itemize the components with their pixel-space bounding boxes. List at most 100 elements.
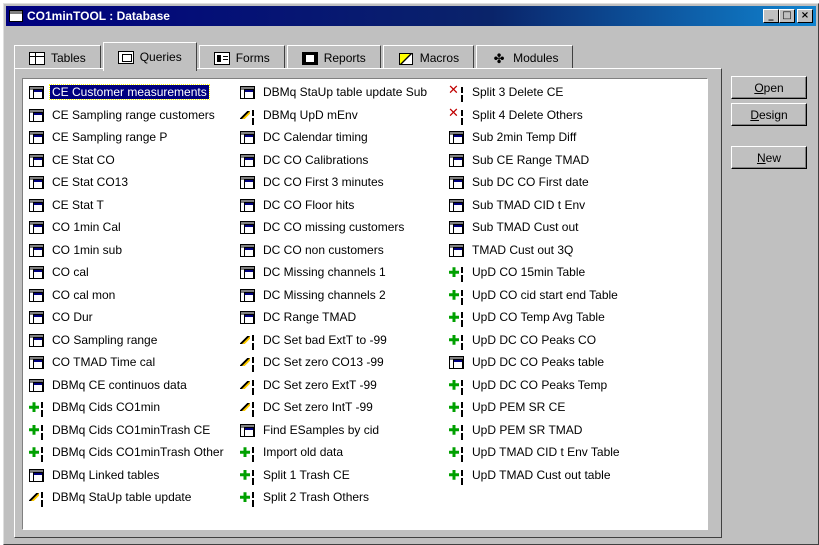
tab-modules[interactable]: ✤ Modules [476, 45, 574, 70]
query-item[interactable]: DBMq StaUp table update [28, 486, 228, 509]
new-button[interactable]: New [731, 146, 807, 169]
query-item[interactable]: DC Set bad ExtT to -99 [239, 329, 449, 352]
tab-queries[interactable]: Queries [102, 42, 197, 71]
database-window-icon[interactable] [9, 10, 23, 22]
query-item[interactable]: DC CO Calibrations [239, 149, 449, 172]
select-query-icon [448, 243, 466, 257]
query-item[interactable]: UpD CO Temp Avg Table [448, 306, 703, 329]
tab-reports[interactable]: Reports [286, 45, 381, 70]
query-item[interactable]: DC CO First 3 minutes [239, 171, 449, 194]
query-item[interactable]: CE Sampling range customers [28, 104, 228, 127]
query-item[interactable]: DBMq Cids CO1minTrash Other [28, 441, 228, 464]
query-item[interactable]: CO TMAD Time cal [28, 351, 228, 374]
tab-tables[interactable]: Tables [14, 45, 101, 70]
query-item[interactable]: CO Sampling range [28, 329, 228, 352]
close-button[interactable]: × [797, 9, 813, 23]
select-query-icon [239, 220, 257, 235]
query-name: DBMq Cids CO1minTrash Other [52, 445, 224, 460]
query-item[interactable]: DBMq Linked tables [28, 464, 228, 487]
query-item[interactable]: UpD DC CO Peaks Temp [448, 374, 703, 397]
select-query-icon [239, 175, 257, 190]
query-item[interactable]: DC Set zero CO13 -99 [239, 351, 449, 374]
query-item[interactable]: Find ESamples by cid [239, 419, 449, 442]
query-item[interactable]: DC CO missing customers [239, 216, 449, 239]
query-item[interactable]: DBMq Cids CO1min [28, 396, 228, 419]
design-label: esign [758, 107, 788, 122]
query-item[interactable]: DC Missing channels 2 [239, 284, 449, 307]
query-item[interactable]: CE Stat CO13 [28, 171, 228, 194]
query-item[interactable]: Sub TMAD Cust out [448, 216, 703, 239]
query-item[interactable]: DBMq Cids CO1minTrash CE [28, 419, 228, 442]
update-query-icon [239, 333, 257, 347]
delete-query-icon [448, 106, 466, 122]
query-name: UpD DC CO Peaks CO [472, 332, 597, 347]
select-query-icon [28, 310, 46, 325]
query-item[interactable]: UpD TMAD CID t Env Table [448, 441, 703, 464]
query-item[interactable]: DC Set zero ExtT -99 [239, 374, 449, 397]
query-item[interactable]: DC Set zero IntT -99 [239, 396, 449, 419]
query-item[interactable]: Split 4 Delete Others [448, 104, 703, 127]
append-query-icon [239, 490, 257, 504]
query-item[interactable]: CE Stat CO [28, 149, 228, 172]
queries-panel: CE Customer measurements CE Sampling rang… [14, 68, 722, 538]
title-bar[interactable]: CO1minTOOL : Database _ □ × [6, 6, 816, 26]
query-item[interactable]: DBMq UpD mEnv [239, 104, 449, 127]
query-item[interactable]: CE Sampling range P [28, 126, 228, 149]
query-name: UpD TMAD Cust out table [472, 467, 611, 482]
query-name: Sub 2min Temp Diff [472, 130, 577, 145]
append-query-icon [239, 468, 257, 482]
query-column-2: DBMq StaUp table update Sub DBMq UpD mEnv… [239, 81, 449, 509]
query-item[interactable]: Split 2 Trash Others [239, 486, 449, 509]
append-query-icon [448, 378, 466, 392]
query-item[interactable]: CO cal [28, 261, 228, 284]
query-item[interactable]: Split 3 Delete CE [448, 81, 703, 104]
query-item[interactable]: UpD PEM SR TMAD [448, 419, 703, 442]
query-item[interactable]: UpD CO cid start end Table [448, 284, 703, 307]
minimize-button[interactable]: _ [763, 9, 779, 23]
query-item[interactable]: DC Range TMAD [239, 306, 449, 329]
query-item[interactable]: Sub DC CO First date [448, 171, 703, 194]
query-item[interactable]: CO cal mon [28, 284, 228, 307]
query-item[interactable]: Sub CE Range TMAD [448, 149, 703, 172]
tab-macros[interactable]: Macros [382, 45, 475, 70]
select-query-icon [448, 130, 466, 145]
select-query-icon [448, 175, 466, 190]
query-item[interactable]: UpD CO 15min Table [448, 261, 703, 284]
query-item[interactable]: UpD DC CO Peaks CO [448, 329, 703, 352]
query-name: Split 1 Trash CE [263, 467, 350, 482]
query-item[interactable]: Sub 2min Temp Diff [448, 126, 703, 149]
query-list[interactable]: CE Customer measurements CE Sampling rang… [22, 78, 708, 530]
query-item[interactable]: CE Customer measurements [28, 81, 228, 104]
query-item[interactable]: CE Stat T [28, 194, 228, 217]
query-item[interactable]: DC CO Floor hits [239, 194, 449, 217]
append-query-icon [28, 423, 46, 437]
query-name: DBMq StaUp table update Sub [263, 85, 428, 100]
query-item[interactable]: DC CO non customers [239, 239, 449, 262]
query-icon [117, 50, 134, 64]
select-query-icon [28, 220, 46, 235]
maximize-button[interactable]: □ [779, 9, 795, 23]
query-item[interactable]: UpD DC CO Peaks table [448, 351, 703, 374]
query-item[interactable]: DBMq StaUp table update Sub [239, 81, 449, 104]
query-item[interactable]: DBMq CE continuos data [28, 374, 228, 397]
query-item[interactable]: UpD PEM SR CE [448, 396, 703, 419]
query-item[interactable]: UpD TMAD Cust out table [448, 464, 703, 487]
open-button[interactable]: Open [731, 76, 807, 99]
query-item[interactable]: Sub TMAD CID t Env [448, 194, 703, 217]
query-item[interactable]: DC Calendar timing [239, 126, 449, 149]
query-item[interactable]: CO 1min sub [28, 239, 228, 262]
query-item[interactable]: CO Dur [28, 306, 228, 329]
query-item[interactable]: Import old data [239, 441, 449, 464]
query-name: DC Set zero CO13 -99 [263, 355, 384, 370]
tab-forms[interactable]: Forms [198, 45, 285, 70]
tab-label: Tables [51, 51, 86, 65]
query-item[interactable]: TMAD Cust out 3Q [448, 239, 703, 262]
query-item[interactable]: Split 1 Trash CE [239, 464, 449, 487]
select-query-icon [239, 198, 257, 212]
append-query-icon [28, 400, 46, 414]
database-window: CO1minTOOL : Database _ □ × Tables Queri… [3, 3, 819, 545]
query-item[interactable]: DC Missing channels 1 [239, 261, 449, 284]
query-name: CE Stat CO13 [52, 175, 129, 190]
query-item[interactable]: CO 1min Cal [28, 216, 228, 239]
design-button[interactable]: Design [731, 103, 807, 126]
